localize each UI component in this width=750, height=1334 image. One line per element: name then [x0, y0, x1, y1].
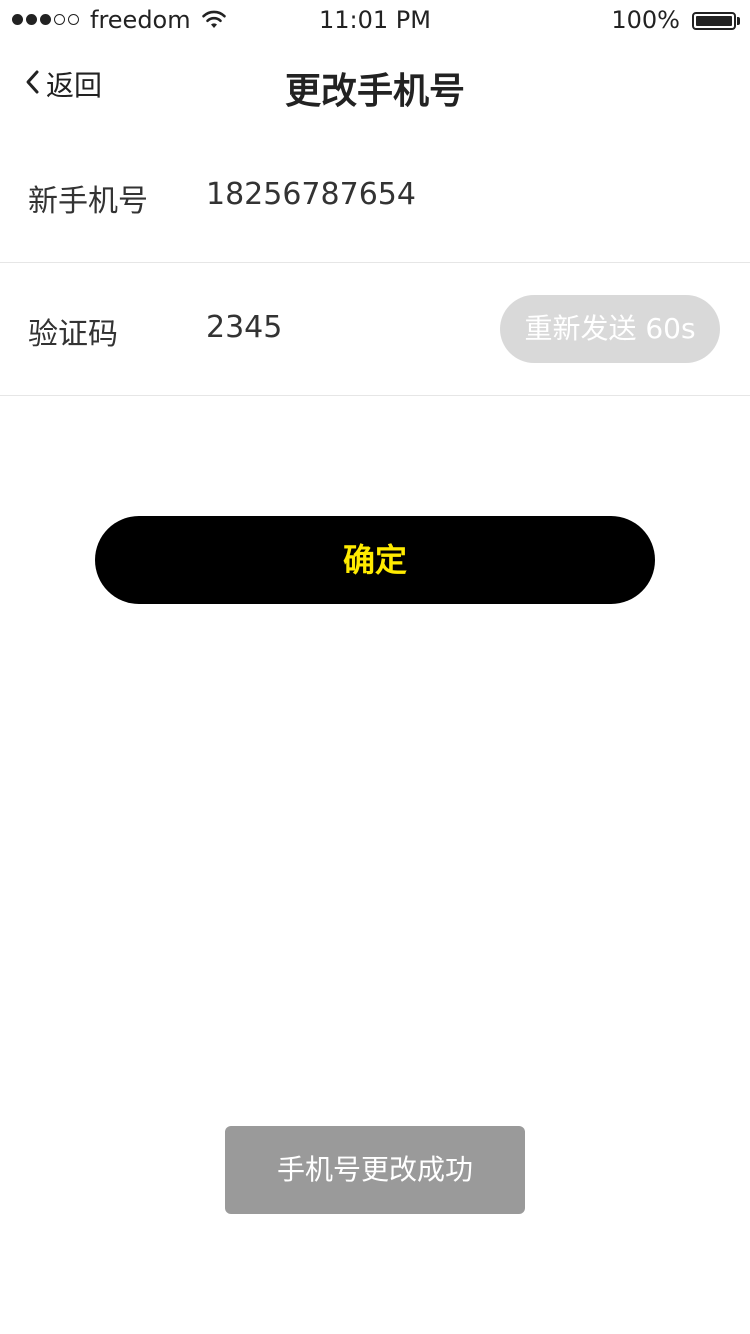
confirm-button[interactable]: 确定: [95, 516, 655, 604]
battery-fill: [696, 16, 732, 26]
verification-code-label: 验证码: [28, 317, 118, 352]
battery-tip: [737, 17, 740, 25]
verification-code-row: 验证码 重新发送 60s: [0, 263, 750, 396]
screen: freedom 11:01 PM 100% 返回 更改手机号 新手机号 1825…: [0, 0, 750, 1334]
chevron-left-icon: [24, 69, 40, 99]
new-phone-label: 新手机号: [28, 184, 148, 219]
success-toast: 手机号更改成功: [225, 1126, 525, 1214]
new-phone-input[interactable]: [206, 176, 486, 214]
battery-icon: [692, 12, 736, 30]
back-label: 返回: [46, 69, 103, 102]
page-title: 更改手机号: [284, 71, 465, 112]
new-phone-row: 新手机号: [0, 130, 750, 263]
navigation-bar: 返回 更改手机号: [0, 40, 750, 130]
resend-code-button[interactable]: 重新发送 60s: [500, 295, 720, 363]
verification-code-input[interactable]: [206, 309, 486, 347]
back-button[interactable]: 返回: [24, 64, 102, 104]
status-bar: freedom 11:01 PM 100%: [0, 0, 750, 40]
battery-percentage: 100%: [611, 6, 680, 34]
